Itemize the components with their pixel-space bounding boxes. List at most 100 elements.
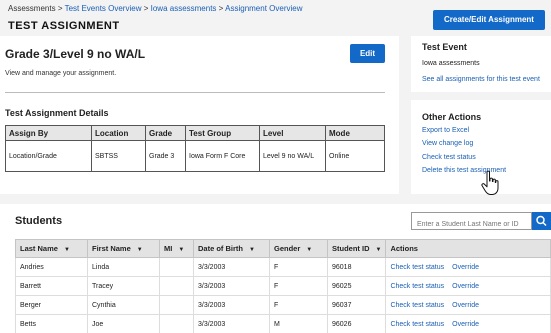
students-table: Last Name ▼ First Name ▼ MI ▼ Date of Birth… bbox=[15, 239, 551, 333]
search-icon bbox=[536, 215, 547, 227]
breadcrumb-separator: > bbox=[143, 4, 149, 13]
check-test-status-link[interactable]: Check test status bbox=[390, 264, 444, 271]
override-link[interactable]: Override bbox=[452, 321, 479, 328]
details-cell: Location/Grade bbox=[5, 140, 92, 172]
column-header-first-name[interactable]: First Name ▼ bbox=[87, 239, 160, 258]
details-cell: Iowa Form F Core bbox=[185, 140, 260, 172]
test-event-panel: Test Event Iowa assessments See all assi… bbox=[411, 36, 551, 92]
cell-last-name: Betts bbox=[15, 314, 88, 333]
cell-date-of-birth: 3/3/2003 bbox=[193, 257, 270, 277]
cell-first-name: Linda bbox=[87, 257, 160, 277]
column-label: Date of Birth bbox=[198, 244, 243, 253]
students-header-row: Last Name ▼ First Name ▼ MI ▼ Date of Birth… bbox=[15, 239, 551, 258]
column-label: First Name bbox=[92, 244, 131, 253]
cell-first-name: Cynthia bbox=[87, 295, 160, 315]
table-row: Andries Linda 3/3/2003 F 96018 Check tes… bbox=[15, 257, 551, 277]
assignment-panel: Grade 3/Level 9 no WA/L Edit View and ma… bbox=[0, 36, 399, 194]
students-title: Students bbox=[15, 215, 63, 227]
cell-actions: Check test status Override bbox=[385, 314, 551, 333]
details-cell: SBTSS bbox=[91, 140, 146, 172]
test-event-title: Test Event bbox=[422, 42, 467, 52]
cell-actions: Check test status Override bbox=[385, 257, 551, 277]
details-header: Test Group bbox=[185, 125, 260, 141]
caret-down-icon[interactable]: ▼ bbox=[137, 247, 143, 253]
cell-student-id: 96025 bbox=[326, 276, 387, 296]
cell-date-of-birth: 3/3/2003 bbox=[193, 276, 270, 296]
see-all-assignments-link[interactable]: See all assignments for this test event bbox=[422, 76, 540, 83]
breadcrumb-separator: > bbox=[218, 4, 224, 13]
cell-student-id: 96037 bbox=[326, 295, 387, 315]
breadcrumb-root: Assessments bbox=[8, 4, 56, 13]
check-test-status-link[interactable]: Check test status bbox=[390, 302, 444, 309]
cell-mi bbox=[159, 295, 194, 315]
details-header: Grade bbox=[145, 125, 186, 141]
cell-first-name: Tracey bbox=[87, 276, 160, 296]
details-cell: Grade 3 bbox=[145, 140, 186, 172]
edit-button[interactable]: Edit bbox=[350, 44, 385, 63]
create-edit-assignment-button[interactable]: Create/Edit Assignment bbox=[433, 10, 545, 30]
breadcrumb-iowa-assessments[interactable]: Iowa assessments bbox=[151, 4, 217, 13]
search-button[interactable] bbox=[532, 212, 551, 230]
override-link[interactable]: Override bbox=[452, 283, 479, 290]
breadcrumb: Assessments > Test Events Overview > Iow… bbox=[8, 4, 302, 13]
cell-date-of-birth: 3/3/2003 bbox=[193, 314, 270, 333]
column-label: MI bbox=[164, 244, 173, 253]
caret-down-icon[interactable]: ▼ bbox=[178, 247, 184, 253]
breadcrumb-assignment-overview[interactable]: Assignment Overview bbox=[225, 4, 302, 13]
caret-down-icon[interactable]: ▼ bbox=[249, 247, 255, 253]
column-header-gender[interactable]: Gender ▼ bbox=[269, 239, 328, 258]
student-search-input[interactable] bbox=[412, 216, 531, 233]
check-test-status-link[interactable]: Check test status bbox=[390, 321, 444, 328]
cell-student-id: 96026 bbox=[326, 314, 387, 333]
details-header: Mode bbox=[325, 125, 385, 141]
view-change-log-link[interactable]: View change log bbox=[422, 140, 473, 147]
cell-date-of-birth: 3/3/2003 bbox=[193, 295, 270, 315]
cell-student-id: 96018 bbox=[326, 257, 387, 277]
column-header-last-name[interactable]: Last Name ▼ bbox=[15, 239, 88, 258]
check-test-status-link[interactable]: Check test status bbox=[422, 154, 476, 161]
other-actions-title: Other Actions bbox=[422, 112, 482, 122]
cell-gender: F bbox=[269, 276, 328, 296]
cell-mi bbox=[159, 276, 194, 296]
caret-down-icon[interactable]: ▼ bbox=[376, 247, 382, 253]
export-to-excel-link[interactable]: Export to Excel bbox=[422, 127, 469, 134]
column-header-date-of-birth[interactable]: Date of Birth ▼ bbox=[193, 239, 270, 258]
caret-down-icon[interactable]: ▼ bbox=[64, 247, 70, 253]
column-label: Gender bbox=[274, 244, 301, 253]
assignment-subtitle: View and manage your assignment. bbox=[5, 70, 117, 77]
hand-pointer-icon bbox=[481, 170, 499, 195]
cell-actions: Check test status Override bbox=[385, 276, 551, 296]
check-test-status-link[interactable]: Check test status bbox=[390, 283, 444, 290]
breadcrumb-test-events-overview[interactable]: Test Events Overview bbox=[65, 4, 142, 13]
student-search-field[interactable] bbox=[411, 212, 532, 233]
cell-mi bbox=[159, 257, 194, 277]
cell-last-name: Barrett bbox=[15, 276, 88, 296]
cell-last-name: Berger bbox=[15, 295, 88, 315]
cell-gender: F bbox=[269, 257, 328, 277]
table-row: Betts Joe 3/3/2003 M 96026 Check test st… bbox=[15, 314, 551, 333]
details-header-row: Assign By Location Grade Test Group Leve… bbox=[5, 125, 385, 141]
divider bbox=[5, 92, 385, 93]
column-label: Student ID bbox=[332, 244, 370, 253]
cell-gender: M bbox=[269, 314, 328, 333]
details-header: Level bbox=[259, 125, 326, 141]
breadcrumb-separator: > bbox=[57, 4, 63, 13]
cell-mi bbox=[159, 314, 194, 333]
test-event-name: Iowa assessments bbox=[422, 60, 480, 67]
table-row: Berger Cynthia 3/3/2003 F 96037 Check te… bbox=[15, 295, 551, 315]
page-title: TEST ASSIGNMENT bbox=[8, 20, 120, 32]
cell-last-name: Andries bbox=[15, 257, 88, 277]
column-header-mi[interactable]: MI ▼ bbox=[159, 239, 194, 258]
cell-first-name: Joe bbox=[87, 314, 160, 333]
override-link[interactable]: Override bbox=[452, 264, 479, 271]
details-header: Location bbox=[91, 125, 146, 141]
table-row: Barrett Tracey 3/3/2003 F 96025 Check te… bbox=[15, 276, 551, 296]
column-header-actions: Actions bbox=[385, 239, 551, 258]
details-cell: Online bbox=[325, 140, 385, 172]
caret-down-icon[interactable]: ▼ bbox=[306, 247, 312, 253]
override-link[interactable]: Override bbox=[452, 302, 479, 309]
details-row: Location/Grade SBTSS Grade 3 Iowa Form F… bbox=[5, 140, 385, 172]
details-cell: Level 9 no WA/L bbox=[259, 140, 326, 172]
details-header: Assign By bbox=[5, 125, 92, 141]
column-header-student-id[interactable]: Student ID ▼ bbox=[326, 239, 387, 258]
